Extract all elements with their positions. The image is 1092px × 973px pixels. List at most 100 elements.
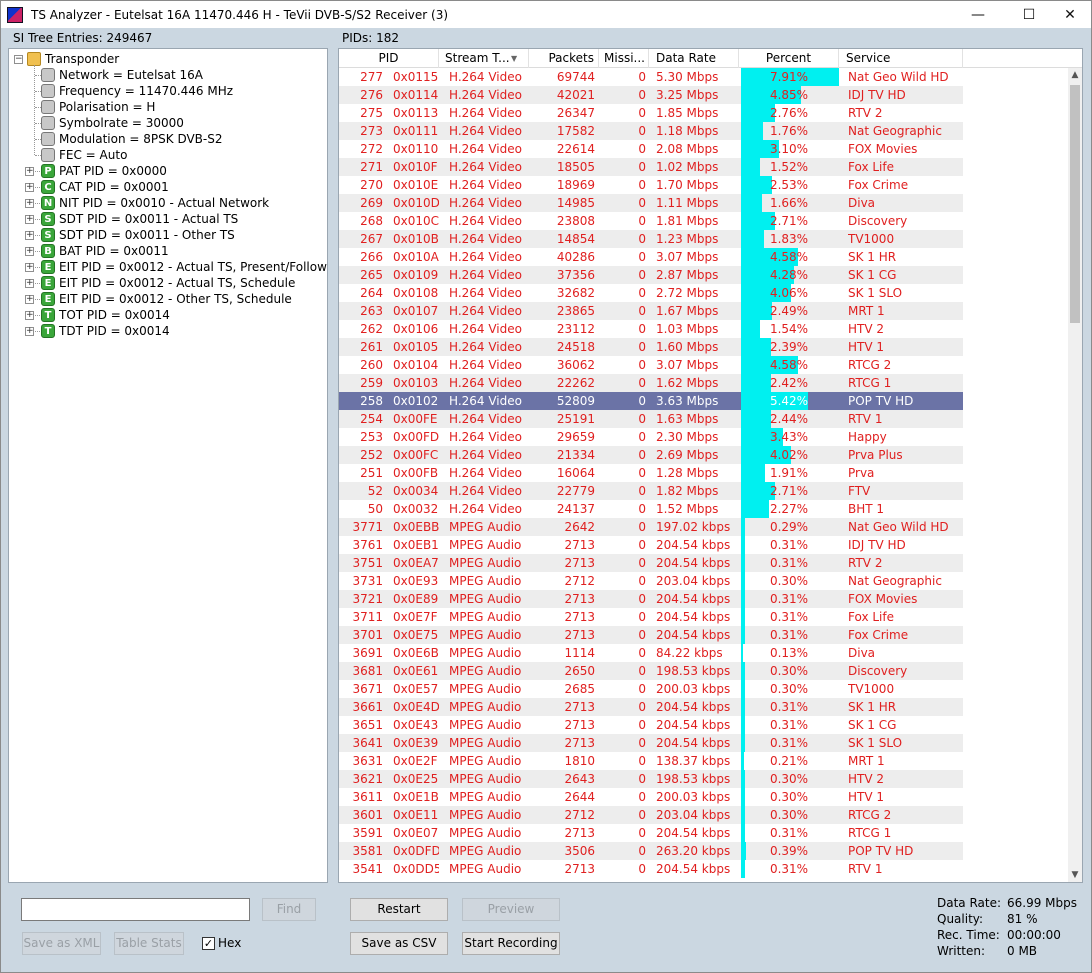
table-row[interactable]: 251 0x00FB H.264 Video 16064 0 1.28 Mbps 1.91%…: [339, 464, 963, 482]
tree-node-property[interactable]: FEC = Auto: [41, 147, 127, 163]
table-row[interactable]: 3651 0x0E43 MPEG Audio 2713 0 204.54 kbps 0.31…: [339, 716, 963, 734]
table-row[interactable]: 260 0x0104 H.264 Video 36062 0 3.07 Mbps 4.58%…: [339, 356, 963, 374]
table-stats-button[interactable]: Table Stats: [114, 932, 184, 955]
expander-icon[interactable]: +: [25, 231, 34, 240]
table-row[interactable]: 3681 0x0E61 MPEG Audio 2650 0 198.53 kbps 0.30…: [339, 662, 963, 680]
tree-node-table[interactable]: T TDT PID = 0x0014: [41, 323, 170, 339]
table-row[interactable]: 272 0x0110 H.264 Video 22614 0 2.08 Mbps 3.10%…: [339, 140, 963, 158]
table-row[interactable]: 3761 0x0EB1 MPEG Audio 2713 0 204.54 kbps 0.31…: [339, 536, 963, 554]
table-row[interactable]: 3691 0x0E6B MPEG Audio 1114 0 84.22 kbps 0.13%…: [339, 644, 963, 662]
scroll-up-icon[interactable]: ▲: [1068, 68, 1082, 82]
table-row[interactable]: 266 0x010A H.264 Video 40286 0 3.07 Mbps 4.58%…: [339, 248, 963, 266]
column-header-service[interactable]: Service: [839, 49, 963, 68]
table-row[interactable]: 3701 0x0E75 MPEG Audio 2713 0 204.54 kbps 0.31…: [339, 626, 963, 644]
tree-node-table[interactable]: S SDT PID = 0x0011 - Other TS: [41, 227, 235, 243]
table-row[interactable]: 52 0x0034 H.264 Video 22779 0 1.82 Mbps 2.71% F…: [339, 482, 963, 500]
table-row[interactable]: 3621 0x0E25 MPEG Audio 2643 0 198.53 kbps 0.30…: [339, 770, 963, 788]
table-row[interactable]: 3751 0x0EA7 MPEG Audio 2713 0 204.54 kbps 0.31…: [339, 554, 963, 572]
find-input[interactable]: [21, 898, 250, 921]
expander-icon[interactable]: +: [25, 199, 34, 208]
tree-node-property[interactable]: Symbolrate = 30000: [41, 115, 184, 131]
si-tree[interactable]: − Transponder Network = Eutelsat 16A Freque…: [8, 48, 328, 883]
save-as-xml-button[interactable]: Save as XML: [22, 932, 101, 955]
tree-node-property[interactable]: Network = Eutelsat 16A: [41, 67, 203, 83]
table-row[interactable]: 3591 0x0E07 MPEG Audio 2713 0 204.54 kbps 0.31…: [339, 824, 963, 842]
tree-node-table[interactable]: C CAT PID = 0x0001: [41, 179, 169, 195]
table-row[interactable]: 3721 0x0E89 MPEG Audio 2713 0 204.54 kbps 0.31…: [339, 590, 963, 608]
tree-node-table[interactable]: B BAT PID = 0x0011: [41, 243, 169, 259]
tree-node-table[interactable]: E EIT PID = 0x0012 - Actual TS, Present/F…: [41, 259, 327, 275]
preview-button[interactable]: Preview: [462, 898, 560, 921]
expander-icon[interactable]: +: [25, 183, 34, 192]
hex-checkbox[interactable]: ✓: [202, 937, 215, 950]
tree-node-table[interactable]: E EIT PID = 0x0012 - Actual TS, Schedule: [41, 275, 295, 291]
maximize-button[interactable]: ☐: [1006, 1, 1052, 28]
table-row[interactable]: 253 0x00FD H.264 Video 29659 0 2.30 Mbps 3.43%…: [339, 428, 963, 446]
table-row[interactable]: 3711 0x0E7F MPEG Audio 2713 0 204.54 kbps 0.31…: [339, 608, 963, 626]
column-header-packets[interactable]: Packets: [529, 49, 599, 68]
table-row[interactable]: 264 0x0108 H.264 Video 32682 0 2.72 Mbps 4.06%…: [339, 284, 963, 302]
table-row[interactable]: 3641 0x0E39 MPEG Audio 2713 0 204.54 kbps 0.31…: [339, 734, 963, 752]
column-header-pid[interactable]: PID: [339, 49, 439, 68]
table-row[interactable]: 258 0x0102 H.264 Video 52809 0 3.63 Mbps 5.42%…: [339, 392, 963, 410]
table-row[interactable]: 276 0x0114 H.264 Video 42021 0 3.25 Mbps 4.85%…: [339, 86, 963, 104]
table-row[interactable]: 50 0x0032 H.264 Video 24137 0 1.52 Mbps 2.27% B…: [339, 500, 963, 518]
expander-icon[interactable]: −: [14, 55, 23, 64]
table-row[interactable]: 3581 0x0DFD MPEG Audio 3506 0 263.20 kbps 0.39…: [339, 842, 963, 860]
table-row[interactable]: 254 0x00FE H.264 Video 25191 0 1.63 Mbps 2.44%…: [339, 410, 963, 428]
table-row[interactable]: 265 0x0109 H.264 Video 37356 0 2.87 Mbps 4.28%…: [339, 266, 963, 284]
table-row[interactable]: 275 0x0113 H.264 Video 26347 0 1.85 Mbps 2.76%…: [339, 104, 963, 122]
save-as-csv-button[interactable]: Save as CSV: [350, 932, 448, 955]
tree-node-table[interactable]: N NIT PID = 0x0010 - Actual Network: [41, 195, 269, 211]
table-row[interactable]: 3661 0x0E4D MPEG Audio 2713 0 204.54 kbps 0.31…: [339, 698, 963, 716]
close-button[interactable]: ✕: [1047, 1, 1092, 28]
expander-icon[interactable]: +: [25, 279, 34, 288]
table-row[interactable]: 3541 0x0DD5 MPEG Audio 2713 0 204.54 kbps 0.31…: [339, 860, 963, 878]
table-row[interactable]: 261 0x0105 H.264 Video 24518 0 1.60 Mbps 2.39%…: [339, 338, 963, 356]
expander-icon[interactable]: +: [25, 311, 34, 320]
scroll-down-icon[interactable]: ▼: [1068, 868, 1082, 882]
expander-icon[interactable]: +: [25, 263, 34, 272]
table-row[interactable]: 3771 0x0EBB MPEG Audio 2642 0 197.02 kbps 0.29…: [339, 518, 963, 536]
table-row[interactable]: 270 0x010E H.264 Video 18969 0 1.70 Mbps 2.53%…: [339, 176, 963, 194]
tree-node-transponder[interactable]: Transponder: [27, 51, 119, 67]
table-row[interactable]: 277 0x0115 H.264 Video 69744 0 5.30 Mbps 7.91%…: [339, 68, 963, 86]
table-row[interactable]: 263 0x0107 H.264 Video 23865 0 1.67 Mbps 2.49%…: [339, 302, 963, 320]
table-row[interactable]: 3731 0x0E93 MPEG Audio 2712 0 203.04 kbps 0.30…: [339, 572, 963, 590]
start-recording-button[interactable]: Start Recording: [462, 932, 560, 955]
minimize-button[interactable]: —: [955, 1, 1001, 28]
table-row[interactable]: 3631 0x0E2F MPEG Audio 1810 0 138.37 kbps 0.21…: [339, 752, 963, 770]
table-row[interactable]: 271 0x010F H.264 Video 18505 0 1.02 Mbps 1.52%…: [339, 158, 963, 176]
hex-label[interactable]: Hex: [218, 936, 241, 950]
vertical-scrollbar[interactable]: ▲ ▼: [1068, 68, 1082, 882]
tree-node-property[interactable]: Frequency = 11470.446 MHz: [41, 83, 233, 99]
table-row[interactable]: 3601 0x0E11 MPEG Audio 2712 0 203.04 kbps 0.30…: [339, 806, 963, 824]
restart-button[interactable]: Restart: [350, 898, 448, 921]
table-row[interactable]: 262 0x0106 H.264 Video 23112 0 1.03 Mbps 1.54%…: [339, 320, 963, 338]
expander-icon[interactable]: +: [25, 327, 34, 336]
table-row[interactable]: 268 0x010C H.264 Video 23808 0 1.81 Mbps 2.71%…: [339, 212, 963, 230]
tree-node-property[interactable]: Polarisation = H: [41, 99, 155, 115]
column-header-percent[interactable]: Percent: [739, 49, 839, 68]
column-header-missing[interactable]: Missi...: [599, 49, 649, 68]
find-button[interactable]: Find: [262, 898, 316, 921]
tree-node-property[interactable]: Modulation = 8PSK DVB-S2: [41, 131, 223, 147]
tree-node-table[interactable]: S SDT PID = 0x0011 - Actual TS: [41, 211, 238, 227]
expander-icon[interactable]: +: [25, 295, 34, 304]
table-row[interactable]: 259 0x0103 H.264 Video 22262 0 1.62 Mbps 2.42%…: [339, 374, 963, 392]
pid-table[interactable]: PID Stream T... ▼ Packets Missi... Data R…: [338, 48, 1083, 883]
scrollbar-thumb[interactable]: [1070, 85, 1080, 323]
expander-icon[interactable]: +: [25, 247, 34, 256]
expander-icon[interactable]: +: [25, 167, 34, 176]
tree-node-table[interactable]: T TOT PID = 0x0014: [41, 307, 170, 323]
expander-icon[interactable]: +: [25, 215, 34, 224]
table-row[interactable]: 3611 0x0E1B MPEG Audio 2644 0 200.03 kbps 0.30…: [339, 788, 963, 806]
column-header-data-rate[interactable]: Data Rate: [649, 49, 739, 68]
tree-node-table[interactable]: E EIT PID = 0x0012 - Other TS, Schedule: [41, 291, 292, 307]
table-row[interactable]: 3671 0x0E57 MPEG Audio 2685 0 200.03 kbps 0.30…: [339, 680, 963, 698]
table-row[interactable]: 273 0x0111 H.264 Video 17582 0 1.18 Mbps 1.76%…: [339, 122, 963, 140]
column-header-stream-type[interactable]: Stream T... ▼: [439, 49, 529, 68]
table-row[interactable]: 269 0x010D H.264 Video 14985 0 1.11 Mbps 1.66%…: [339, 194, 963, 212]
title-bar[interactable]: TS Analyzer - Eutelsat 16A 11470.446 H -…: [1, 1, 1091, 28]
tree-node-table[interactable]: P PAT PID = 0x0000: [41, 163, 167, 179]
